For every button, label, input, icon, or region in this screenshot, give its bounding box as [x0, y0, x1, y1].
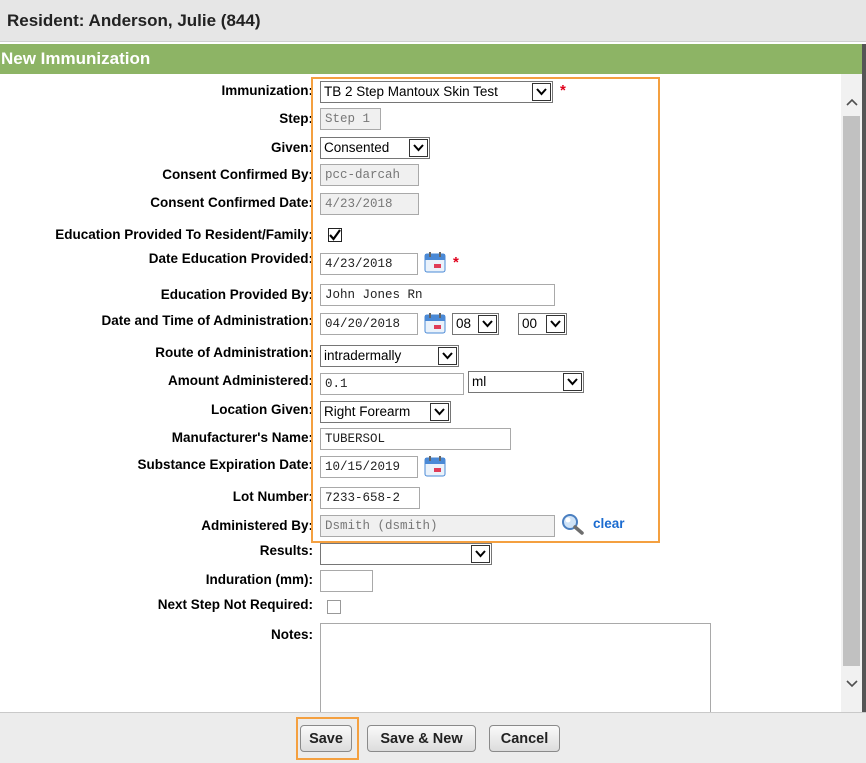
admin-datetime-label: Date and Time of Administration: [101, 313, 313, 328]
administered-by-label: Administered By: [201, 518, 313, 533]
scroll-down-arrow[interactable] [841, 672, 862, 700]
date-education-input[interactable]: 4/23/2018 [320, 253, 418, 275]
cancel-button[interactable]: Cancel [489, 725, 560, 752]
checkmark-icon [329, 229, 341, 241]
results-label: Results: [259, 543, 313, 558]
induration-label: Induration (mm): [205, 572, 313, 587]
amount-unit-select[interactable]: ml [468, 371, 584, 393]
amount-unit-value: ml [472, 374, 487, 389]
expiration-label: Substance Expiration Date: [137, 457, 313, 472]
chevron-down-icon [563, 373, 582, 391]
scrollbar-thumb[interactable] [843, 116, 860, 666]
education-by-input[interactable]: John Jones Rn [320, 284, 555, 306]
step-label: Step: [279, 111, 313, 126]
results-select[interactable] [320, 543, 492, 565]
date-education-label: Date Education Provided: [148, 251, 313, 266]
chevron-down-icon [409, 139, 428, 157]
route-label: Route of Administration: [155, 345, 313, 360]
chevron-down-icon [478, 315, 497, 333]
given-label: Given: [270, 140, 313, 155]
admin-hour-value: 08 [456, 316, 472, 331]
notes-label: Notes: [270, 627, 313, 642]
admin-date-input[interactable]: 04/20/2018 [320, 313, 418, 335]
admin-hour-select[interactable]: 08 [452, 313, 499, 335]
given-value: Consented [324, 140, 390, 155]
route-select[interactable]: intradermally [320, 345, 459, 367]
consent-by-field: pcc-darcah [320, 164, 419, 186]
section-title: New Immunization [0, 44, 866, 74]
immunization-label: Immunization: [221, 83, 314, 98]
amount-input[interactable]: 0.1 [320, 373, 464, 395]
chevron-down-icon [438, 347, 457, 365]
location-label: Location Given: [210, 402, 313, 417]
clear-link[interactable]: clear [593, 516, 625, 531]
induration-input[interactable] [320, 570, 373, 592]
amount-label: Amount Administered: [168, 373, 313, 388]
location-select[interactable]: Right Forearm [320, 401, 451, 423]
administered-by-field: Dsmith (dsmith) [320, 515, 555, 537]
save-button[interactable]: Save [300, 725, 352, 752]
scroll-up-arrow[interactable] [841, 90, 862, 118]
expiration-input[interactable]: 10/15/2019 [320, 456, 418, 478]
window-border [862, 44, 866, 712]
chevron-down-icon [546, 315, 565, 333]
consent-date-label: Consent Confirmed Date: [150, 195, 313, 210]
footer-bar: Save Save & New Cancel [0, 712, 866, 763]
education-provided-checkbox[interactable] [328, 228, 342, 242]
required-marker: * [453, 254, 459, 271]
education-by-label: Education Provided By: [160, 287, 313, 302]
calendar-icon[interactable] [424, 312, 446, 334]
admin-minute-select[interactable]: 00 [518, 313, 567, 335]
manufacturer-label: Manufacturer's Name: [171, 430, 313, 445]
chevron-down-icon [430, 403, 449, 421]
magnifier-icon[interactable] [560, 513, 586, 535]
given-select[interactable]: Consented [320, 137, 430, 159]
step-field: Step 1 [320, 108, 381, 130]
admin-minute-value: 00 [522, 316, 538, 331]
immunization-select[interactable]: TB 2 Step Mantoux Skin Test [320, 81, 553, 103]
resident-title: Resident: Anderson, Julie (844) [0, 0, 866, 42]
lot-input[interactable]: 7233-658-2 [320, 487, 420, 509]
notes-textarea[interactable] [320, 623, 711, 718]
consent-by-label: Consent Confirmed By: [162, 167, 313, 182]
consent-date-field: 4/23/2018 [320, 193, 419, 215]
location-value: Right Forearm [324, 404, 411, 419]
lot-label: Lot Number: [232, 489, 313, 504]
calendar-icon[interactable] [424, 455, 446, 477]
next-step-label: Next Step Not Required: [157, 597, 313, 612]
calendar-icon[interactable] [424, 251, 446, 273]
route-value: intradermally [324, 348, 402, 363]
save-and-new-button[interactable]: Save & New [367, 725, 476, 752]
chevron-down-icon [532, 83, 551, 101]
manufacturer-input[interactable]: TUBERSOL [320, 428, 511, 450]
education-provided-label: Education Provided To Resident/Family: [55, 227, 313, 242]
required-marker: * [560, 82, 566, 99]
next-step-checkbox[interactable] [327, 600, 341, 614]
immunization-value: TB 2 Step Mantoux Skin Test [324, 84, 498, 99]
chevron-down-icon [471, 545, 490, 563]
